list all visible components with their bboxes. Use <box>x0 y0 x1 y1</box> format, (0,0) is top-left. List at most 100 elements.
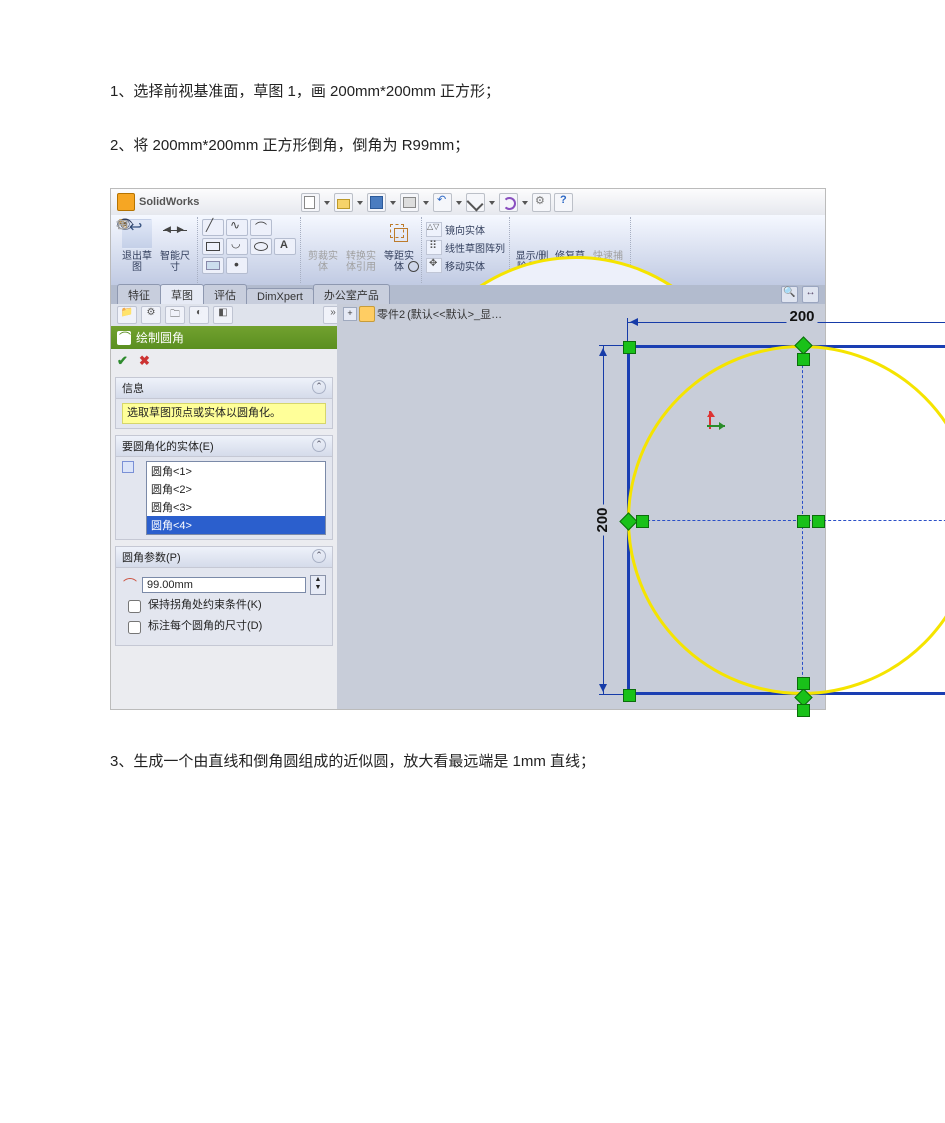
dim-each-checkbox[interactable]: 标注每个圆角的尺寸(D) <box>124 620 324 637</box>
dropdown-icon[interactable] <box>356 194 364 211</box>
spline-tool-icon[interactable] <box>226 219 248 236</box>
repair-icon <box>555 219 585 249</box>
property-manager: 绘制圆角 ✔ ✖ 信息⌃ 选取草图顶点或实体以圆角化。 要圆角化的实体(E)⌃ … <box>111 326 338 709</box>
sketch-relation-marker[interactable] <box>797 704 810 717</box>
sketch-relation-marker[interactable] <box>797 515 810 528</box>
keep-constraint-label: 保持拐角处约束条件(K) <box>148 599 262 612</box>
mirror-icon <box>426 222 442 237</box>
sketch-relation-marker[interactable] <box>812 515 825 528</box>
chevron-up-icon: ⌃ <box>312 438 326 452</box>
pattern-button[interactable]: 线性草图阵列 <box>426 239 505 256</box>
pm-info-header-label: 信息 <box>122 383 144 395</box>
list-item[interactable]: 圆角<2> <box>147 480 325 498</box>
dimension-icon <box>160 219 190 249</box>
help-icon[interactable] <box>554 193 573 212</box>
tab-sketch[interactable]: 草图 <box>160 284 204 304</box>
pm-entities-header[interactable]: 要圆角化的实体(E) ⌃ <box>116 436 332 457</box>
offset-button[interactable]: 等距实体 <box>381 217 417 283</box>
dropdown-icon[interactable] <box>455 194 463 211</box>
origin-icon <box>707 409 727 429</box>
dimension-height-value: 200 <box>594 504 611 535</box>
trim-icon <box>308 219 338 249</box>
chevron-up-icon: ⌃ <box>312 549 326 563</box>
print-icon[interactable] <box>400 193 419 212</box>
dropdown-icon[interactable] <box>422 194 430 211</box>
pm-info-section: 信息⌃ 选取草图顶点或实体以圆角化。 <box>115 377 333 429</box>
open-icon[interactable] <box>334 193 353 212</box>
sketch-relation-marker[interactable] <box>797 677 810 690</box>
line-tool-icon[interactable] <box>202 219 224 236</box>
checkbox-input[interactable] <box>128 600 141 613</box>
new-icon[interactable] <box>301 193 320 212</box>
dimension-width-value: 200 <box>786 308 817 325</box>
pm-params-header[interactable]: 圆角参数(P) ⌃ <box>116 547 332 568</box>
mirror-button[interactable]: 镜向实体 <box>426 221 505 238</box>
app-title: SolidWorks <box>139 196 199 208</box>
move-button[interactable]: 移动实体 <box>426 257 505 274</box>
checkbox-input[interactable] <box>128 621 141 634</box>
flyout-tree[interactable]: + 零件2 (默认<<默认>_显… <box>343 306 502 322</box>
move-label: 移动实体 <box>445 258 485 273</box>
fillet-tool-icon[interactable] <box>250 219 272 236</box>
centerline-horizontal[interactable] <box>627 520 945 521</box>
trim-button[interactable]: 剪裁实体 <box>305 217 341 283</box>
pattern-icon <box>426 240 442 255</box>
ok-button[interactable]: ✔ <box>117 353 131 367</box>
save-icon[interactable] <box>367 193 386 212</box>
select-icon[interactable] <box>466 193 485 212</box>
pm-tab-icon[interactable]: ⚙ <box>141 306 161 324</box>
text-tool-icon[interactable] <box>274 238 296 255</box>
convert-label: 转换实体引用 <box>346 251 376 273</box>
ellipse-tool-icon[interactable] <box>250 238 272 255</box>
options-icon[interactable] <box>532 193 551 212</box>
dimension-width[interactable]: 200 <box>627 312 945 330</box>
undo-icon[interactable] <box>433 193 452 212</box>
dropdown-icon[interactable] <box>323 194 331 211</box>
solidworks-window: SolidWorks 退出草图 智能尺寸 <box>110 188 826 710</box>
sketch-handle[interactable] <box>623 341 636 354</box>
dimension-height[interactable]: 200 <box>593 345 611 695</box>
rebuild-icon[interactable] <box>499 193 518 212</box>
radius-input[interactable]: 99.00mm <box>142 577 306 593</box>
pattern-label: 线性草图阵列 <box>445 240 505 255</box>
sketch-relation-marker[interactable] <box>797 353 810 366</box>
sketch-relation-marker[interactable] <box>636 515 649 528</box>
keep-constraint-checkbox[interactable]: 保持拐角处约束条件(K) <box>124 599 324 616</box>
arc-tool-icon[interactable] <box>226 238 248 255</box>
pm-entities-header-label: 要圆角化的实体(E) <box>122 441 214 453</box>
tab-evaluate[interactable]: 评估 <box>203 284 247 304</box>
dropdown-icon[interactable] <box>488 194 496 211</box>
list-item[interactable]: 圆角<3> <box>147 498 325 516</box>
dim-each-label: 标注每个圆角的尺寸(D) <box>148 620 262 633</box>
graphics-area[interactable]: + 零件2 (默认<<默认>_显… 200 200 <box>337 304 825 709</box>
cfg-tab-icon[interactable]: 🗀 <box>165 306 185 324</box>
point-tool-icon[interactable] <box>226 257 248 274</box>
convert-button[interactable]: 转换实体引用 <box>343 217 379 283</box>
smart-dim-button[interactable]: 智能尺寸 <box>157 217 193 283</box>
tab-features[interactable]: 特征 <box>117 284 161 304</box>
fm-tab-icon[interactable]: 📁 <box>117 306 137 324</box>
dropdown-icon[interactable] <box>389 194 397 211</box>
list-item-selected[interactable]: 圆角<4> <box>147 516 325 534</box>
plane-tool-icon[interactable] <box>202 257 224 274</box>
expand-icon[interactable]: ↔ <box>802 286 819 303</box>
extra-tab-icon[interactable]: ◧ <box>213 306 233 324</box>
tab-dimxpert[interactable]: DimXpert <box>246 288 314 304</box>
pm-info-message: 选取草图顶点或实体以圆角化。 <box>122 403 326 424</box>
entities-list[interactable]: 圆角<1> 圆角<2> 圆角<3> 圆角<4> <box>146 461 326 535</box>
expand-tree-icon[interactable]: + <box>343 307 357 321</box>
pm-info-header[interactable]: 信息⌃ <box>116 378 332 399</box>
quick-access-toolbar <box>301 189 573 215</box>
instruction-3: 3、生成一个由直线和倒角圆组成的近似圆，放大看最远端是 1mm 直线； <box>110 750 835 774</box>
list-item[interactable]: 圆角<1> <box>147 462 325 480</box>
dropdown-icon[interactable] <box>521 194 529 211</box>
spin-button[interactable]: ▲▼ <box>310 575 326 595</box>
cancel-button[interactable]: ✖ <box>139 353 153 367</box>
tab-office[interactable]: 办公室产品 <box>313 284 390 304</box>
pm-params-header-label: 圆角参数(P) <box>122 552 181 564</box>
sketch-handle[interactable] <box>623 689 636 702</box>
disp-tab-icon[interactable]: ◐ <box>189 306 209 324</box>
smart-dim-label: 智能尺寸 <box>160 251 190 273</box>
search-icon[interactable]: 🔍 <box>781 286 798 303</box>
rect-tool-icon[interactable] <box>202 238 224 255</box>
